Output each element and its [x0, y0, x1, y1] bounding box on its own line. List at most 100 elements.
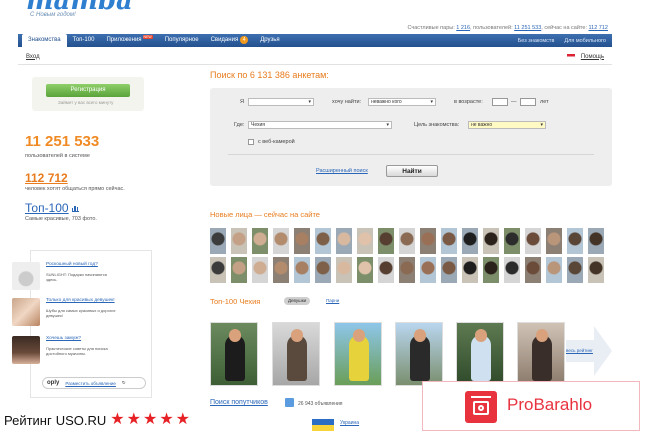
tab-popular[interactable]: Популярное	[159, 34, 205, 47]
ad-item[interactable]: Только для красивых девушек! Шубы для са…	[12, 298, 122, 328]
avatar[interactable]	[357, 228, 373, 254]
advanced-search-link[interactable]: Расширенный поиск	[316, 168, 368, 174]
probarahlo-logo-icon	[465, 391, 497, 423]
avatar[interactable]	[504, 257, 520, 283]
avatar[interactable]	[315, 228, 331, 254]
avatar[interactable]	[420, 257, 436, 283]
ad-title[interactable]: Хочешь замуж?	[46, 336, 118, 342]
avatar[interactable]	[294, 228, 310, 254]
avatar[interactable]	[588, 228, 604, 254]
avatar[interactable]	[315, 257, 331, 283]
ad-item[interactable]: Хочешь замуж? Практические советы для по…	[12, 336, 122, 366]
top-photo[interactable]	[517, 322, 565, 386]
oply-logo: oply	[47, 380, 60, 386]
avatar[interactable]	[525, 228, 541, 254]
avatar[interactable]	[252, 257, 268, 283]
avatar[interactable]	[231, 257, 247, 283]
avatar[interactable]	[567, 228, 583, 254]
avatar[interactable]	[273, 228, 289, 254]
avatar[interactable]	[357, 257, 373, 283]
users-label: пользователей:	[473, 25, 513, 31]
age-from-input[interactable]	[492, 98, 508, 106]
avatar[interactable]	[441, 228, 457, 254]
avatar[interactable]	[441, 257, 457, 283]
want-label: хочу найти:	[332, 99, 362, 105]
avatar[interactable]	[399, 257, 415, 283]
ad-item[interactable]: Роскошный новый год? SUNLIGHT: Подарки н…	[12, 262, 122, 292]
avatar[interactable]	[546, 228, 562, 254]
avatar[interactable]	[525, 257, 541, 283]
top-photo[interactable]	[272, 322, 320, 386]
login-link[interactable]: Вход	[26, 54, 40, 60]
tab-dating[interactable]: Знакомства	[22, 34, 67, 47]
online-count-label: человек хотят общаться прямо сейчас.	[25, 186, 125, 192]
avatar[interactable]	[483, 228, 499, 254]
mamba-logo[interactable]: mamba С Новым годом!	[26, 0, 133, 24]
logo-bar	[471, 396, 491, 398]
avatar[interactable]	[210, 257, 226, 283]
top-photo[interactable]	[334, 322, 382, 386]
top-photo[interactable]	[395, 322, 443, 386]
age-to-input[interactable]	[520, 98, 536, 106]
avatar[interactable]	[273, 257, 289, 283]
refresh-icon[interactable]: ↻	[122, 380, 126, 386]
register-button[interactable]: Регистрация	[46, 84, 130, 97]
no-dating-link[interactable]: Без знакомств	[518, 38, 555, 44]
person-head	[536, 329, 548, 342]
avatar[interactable]	[462, 228, 478, 254]
avatar[interactable]	[420, 228, 436, 254]
place-ad-link[interactable]: Разместить объявление	[65, 381, 116, 386]
ukraine-flag-icon[interactable]	[312, 419, 334, 431]
avatar[interactable]	[336, 228, 352, 254]
online-count-link[interactable]: 112 712	[25, 171, 68, 185]
find-button[interactable]: Найти	[386, 165, 438, 177]
avatar[interactable]	[378, 257, 394, 283]
tab-friends[interactable]: Друзья	[254, 34, 285, 47]
top-photo[interactable]	[210, 322, 258, 386]
mobile-link[interactable]: Для мобильного	[564, 38, 606, 44]
gender-select[interactable]	[248, 98, 314, 106]
avatar[interactable]	[378, 228, 394, 254]
goal-select[interactable]: не важно	[468, 121, 546, 129]
avatar[interactable]	[504, 228, 520, 254]
new-badge: NEW	[142, 35, 153, 39]
all-rating-link[interactable]: весь рейтинг	[566, 348, 593, 353]
top-photo[interactable]	[456, 322, 504, 386]
online-label: сейчас на сайте:	[544, 25, 587, 31]
companions-icon	[285, 398, 294, 407]
webcam-checkbox[interactable]	[248, 139, 254, 145]
avatar[interactable]	[252, 228, 268, 254]
pairs-label: Счастливые пары:	[407, 25, 455, 31]
avatar[interactable]	[294, 257, 310, 283]
avatar[interactable]	[483, 257, 499, 283]
tab-top100[interactable]: Топ-100	[67, 34, 101, 47]
ad-title[interactable]: Роскошный новый год?	[46, 262, 118, 268]
avatar[interactable]	[588, 257, 604, 283]
top100-link[interactable]: Топ-100	[25, 201, 79, 215]
language-flag-icon[interactable]	[566, 54, 575, 59]
tab-dates[interactable]: Свидания 4	[205, 34, 255, 47]
want-select[interactable]: неважно кого	[368, 98, 436, 106]
bar-chart-icon	[71, 206, 79, 212]
star-icon: ★	[142, 411, 158, 428]
users-link[interactable]: 11 251 533	[514, 25, 541, 31]
star-icon: ★	[126, 411, 141, 428]
country-link[interactable]: Украина	[340, 420, 359, 426]
avatar[interactable]	[231, 228, 247, 254]
ad-title[interactable]: Только для красивых девушек!	[46, 298, 118, 304]
tab-apps[interactable]: Приложения NEW	[100, 34, 158, 47]
help-link[interactable]: Помощь	[581, 54, 604, 60]
avatar[interactable]	[399, 228, 415, 254]
sub-bar: Вход Помощь	[18, 49, 612, 65]
pairs-link[interactable]: 1 216	[456, 25, 470, 31]
avatar[interactable]	[567, 257, 583, 283]
avatar[interactable]	[462, 257, 478, 283]
avatar[interactable]	[336, 257, 352, 283]
tab-girls[interactable]: Девушки	[284, 297, 311, 305]
avatar[interactable]	[210, 228, 226, 254]
tab-guys[interactable]: Парни	[322, 297, 343, 305]
online-link[interactable]: 112 712	[589, 25, 608, 31]
avatar[interactable]	[546, 257, 562, 283]
companions-link[interactable]: Поиск попутчиков	[210, 399, 268, 406]
country-select[interactable]: Чехия	[248, 121, 392, 129]
